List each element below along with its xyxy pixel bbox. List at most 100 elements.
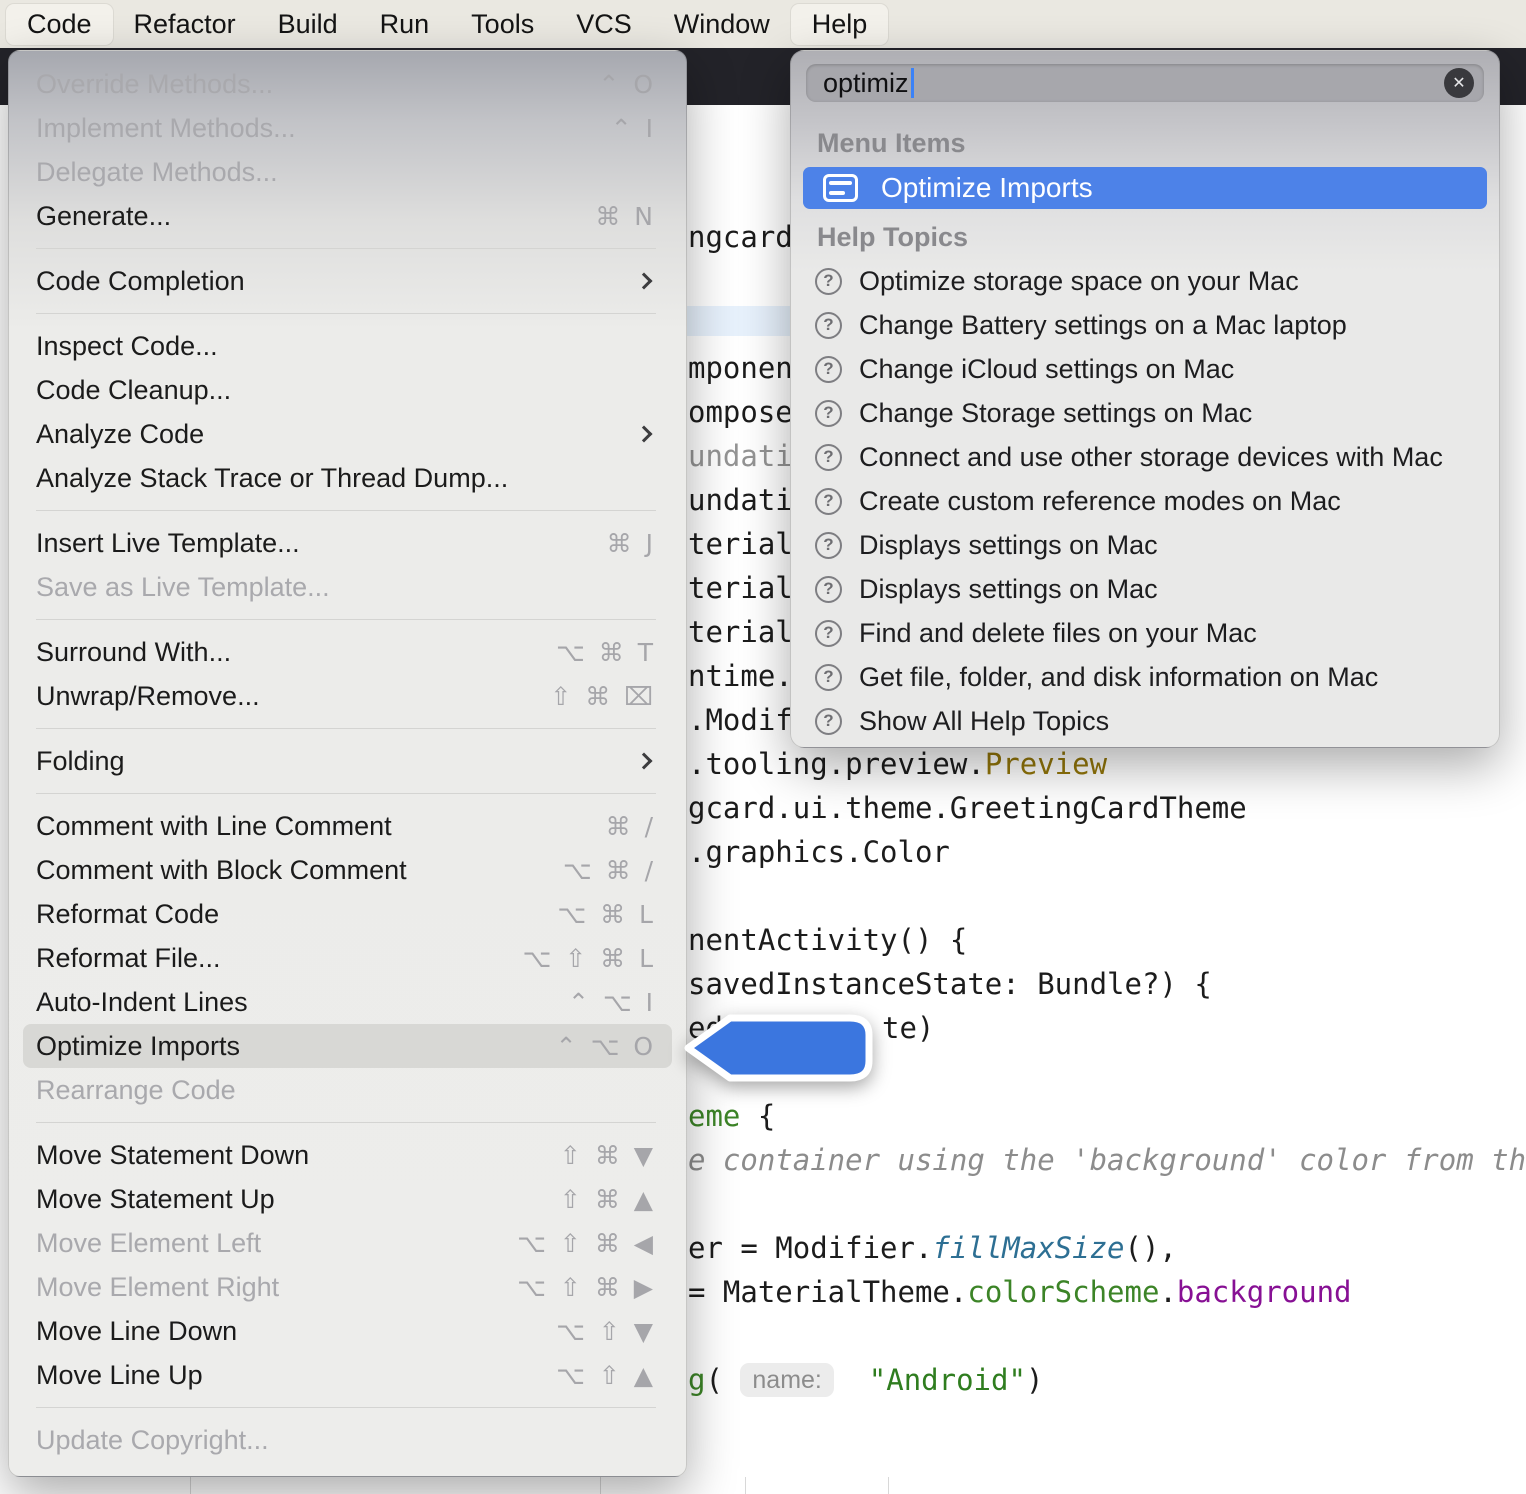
code-line: .tooling.preview.Preview: [688, 744, 1107, 784]
menu-item-unwrap-remove[interactable]: Unwrap/Remove...⇧ ⌘ ⌧: [9, 674, 686, 718]
menu-item-comment-with-block-comment[interactable]: Comment with Block Comment ⌥ ⌘ /: [9, 848, 686, 892]
menu-item-analyze-code[interactable]: Analyze Code: [9, 412, 686, 456]
menu-item-move-line-up[interactable]: Move Line Up ⌥ ⇧ ▲: [9, 1353, 686, 1397]
help-topic-show-all-help-topics[interactable]: ?Show All Help Topics: [791, 699, 1499, 743]
question-icon: ?: [815, 664, 842, 691]
code-line: = MaterialTheme.colorScheme.background: [688, 1272, 1352, 1312]
code-token: g: [688, 1363, 705, 1397]
menu-item-code-cleanup[interactable]: Code Cleanup...: [9, 368, 686, 412]
menu-item-code-completion[interactable]: Code Completion: [9, 259, 686, 303]
shortcut-label: ⌘ /: [606, 812, 656, 841]
shortcut-label: ⌥ ⇧ ▼: [556, 1317, 656, 1346]
caret-line-highlight: [681, 306, 801, 336]
question-icon: ?: [815, 532, 842, 559]
menu-item-folding[interactable]: Folding: [9, 739, 686, 783]
help-result-optimize-imports[interactable]: Optimize Imports: [803, 167, 1487, 209]
menu-separator: [36, 728, 656, 729]
help-topic-label: Create custom reference modes on Mac: [859, 486, 1341, 517]
menu-item-generate[interactable]: Generate... ⌘ N: [9, 194, 686, 238]
code-token: {: [740, 1099, 775, 1133]
menu-item-move-statement-up[interactable]: Move Statement Up⇧ ⌘ ▲: [9, 1177, 686, 1221]
question-icon: ?: [815, 312, 842, 339]
menu-item-label: Optimize Imports: [36, 1031, 240, 1062]
menu-item-label: Move Element Right: [36, 1272, 279, 1303]
menubar-item-vcs[interactable]: VCS: [555, 4, 653, 45]
help-topic-label: Displays settings on Mac: [859, 574, 1158, 605]
menu-item-move-line-down[interactable]: Move Line Down⌥ ⇧ ▼: [9, 1309, 686, 1353]
menu-item-label: Analyze Stack Trace or Thread Dump...: [36, 463, 508, 494]
menubar-item-tools[interactable]: Tools: [450, 4, 555, 45]
help-topic-label: Change iCloud settings on Mac: [859, 354, 1234, 385]
menubar-item-window[interactable]: Window: [653, 4, 791, 45]
menu-item-label: Comment with Block Comment: [36, 855, 407, 886]
menu-item-move-statement-down[interactable]: Move Statement Down⇧ ⌘ ▼: [9, 1133, 686, 1177]
help-search-input[interactable]: optimiz ✕: [806, 64, 1484, 102]
submenu-chevron-icon: [636, 273, 653, 290]
menu-item-auto-indent-lines[interactable]: Auto-Indent Lines⌃ ⌥ I: [9, 980, 686, 1024]
help-topic-change-battery-settings-on-a-mac-laptop[interactable]: ? Change Battery settings on a Mac laptop: [791, 303, 1499, 347]
code-line: nentActivity() {: [688, 920, 967, 960]
code-line: e container using the 'background' color…: [688, 1140, 1526, 1180]
menu-item-move-element-right: Move Element Right⌥ ⇧ ⌘ ▶: [9, 1265, 686, 1309]
code-line: savedInstanceState: Bundle?) {: [688, 964, 1212, 1004]
menu-item-analyze-stack-trace-or-thread-dump[interactable]: Analyze Stack Trace or Thread Dump...: [9, 456, 686, 500]
menu-item-optimize-imports[interactable]: Optimize Imports⌃ ⌥ O: [9, 1024, 686, 1068]
shortcut-label: ⌘ J: [607, 529, 656, 558]
menu-item-label: Implement Methods...: [36, 113, 296, 144]
shortcut-label: ⌃ I: [611, 114, 656, 143]
code-token: (),: [1125, 1231, 1177, 1265]
menu-item-reformat-code[interactable]: Reformat Code⌥ ⌘ L: [9, 892, 686, 936]
indent-guide: [745, 1477, 746, 1494]
menubar-item-run[interactable]: Run: [359, 4, 451, 45]
shortcut-label: ⌥ ⌘ /: [563, 856, 656, 885]
menu-item-insert-live-template[interactable]: Insert Live Template...⌘ J: [9, 521, 686, 565]
shortcut-label: ⌃ O: [598, 70, 656, 99]
code-token: Preview: [985, 747, 1107, 781]
menu-item-reformat-file[interactable]: Reformat File...⌥ ⇧ ⌘ L: [9, 936, 686, 980]
code-token: te): [882, 1011, 934, 1045]
menu-separator: [36, 313, 656, 314]
help-topics-list: ?Optimize storage space on your Mac?Chan…: [791, 259, 1499, 743]
shortcut-label: ⌘ N: [595, 202, 656, 231]
indent-guide: [888, 1477, 889, 1494]
submenu-chevron-icon: [636, 426, 653, 443]
help-topic-label: Get file, folder, and disk information o…: [859, 662, 1378, 693]
code-line: er = Modifier.fillMaxSize(),: [688, 1228, 1177, 1268]
code-token: ntime.: [688, 659, 793, 693]
menubar-item-help[interactable]: Help: [791, 4, 889, 45]
menu-item-surround-with[interactable]: Surround With...⌥ ⌘ T: [9, 630, 686, 674]
question-icon: ?: [815, 356, 842, 383]
menu-item-label: Comment with Line Comment: [36, 811, 392, 842]
menu-item-label: Override Methods...: [36, 69, 273, 100]
menu-item-label: Move Line Up: [36, 1360, 203, 1391]
menu-item-label: Generate...: [36, 201, 171, 232]
shortcut-label: ⌥ ⇧ ⌘ ◀: [517, 1229, 656, 1258]
help-result-label: Optimize Imports: [881, 172, 1093, 204]
menubar-item-code[interactable]: Code: [6, 4, 113, 45]
clear-search-icon[interactable]: ✕: [1444, 68, 1474, 98]
text-cursor: [911, 68, 914, 98]
help-topic-create-custom-reference-modes-on-mac[interactable]: ?Create custom reference modes on Mac: [791, 479, 1499, 523]
menubar-item-refactor[interactable]: Refactor: [113, 4, 257, 45]
menu-item-override-methods: Override Methods... ⌃ O: [9, 62, 686, 106]
help-topic-displays-settings-on-mac[interactable]: ?Displays settings on Mac: [791, 523, 1499, 567]
menu-item-update-copyright: Update Copyright...: [9, 1418, 686, 1462]
help-topic-change-storage-settings-on-mac[interactable]: ?Change Storage settings on Mac: [791, 391, 1499, 435]
help-topic-optimize-storage-space-on-your-mac[interactable]: ?Optimize storage space on your Mac: [791, 259, 1499, 303]
help-topic-label: Change Storage settings on Mac: [859, 398, 1252, 429]
help-topic-label: Change Battery settings on a Mac laptop: [859, 310, 1347, 341]
help-topic-connect-and-use-other-storage-devices-with-mac[interactable]: ?Connect and use other storage devices w…: [791, 435, 1499, 479]
menubar: CodeRefactorBuildRunToolsVCSWindowHelp: [0, 0, 1526, 48]
shortcut-label: ⇧ ⌘ ▼: [560, 1141, 656, 1170]
shortcut-label: ⌥ ⇧ ▲: [556, 1361, 656, 1390]
menu-item-inspect-code[interactable]: Inspect Code...: [9, 324, 686, 368]
help-topic-displays-settings-on-mac-2[interactable]: ?Displays settings on Mac: [791, 567, 1499, 611]
menubar-item-build[interactable]: Build: [257, 4, 359, 45]
code-token: gcard.ui.theme.GreetingCardTheme: [688, 791, 1247, 825]
menu-item-comment-with-line-comment[interactable]: Comment with Line Comment ⌘ /: [9, 804, 686, 848]
code-token: mponen: [688, 351, 793, 385]
help-topic-label: Connect and use other storage devices wi…: [859, 442, 1443, 473]
help-topic-get-file-folder-and-disk-information-on-mac[interactable]: ? Get file, folder, and disk information …: [791, 655, 1499, 699]
help-topic-change-icloud-settings-on-mac[interactable]: ? Change iCloud settings on Mac: [791, 347, 1499, 391]
help-topic-find-and-delete-files-on-your-mac[interactable]: ?Find and delete files on your Mac: [791, 611, 1499, 655]
